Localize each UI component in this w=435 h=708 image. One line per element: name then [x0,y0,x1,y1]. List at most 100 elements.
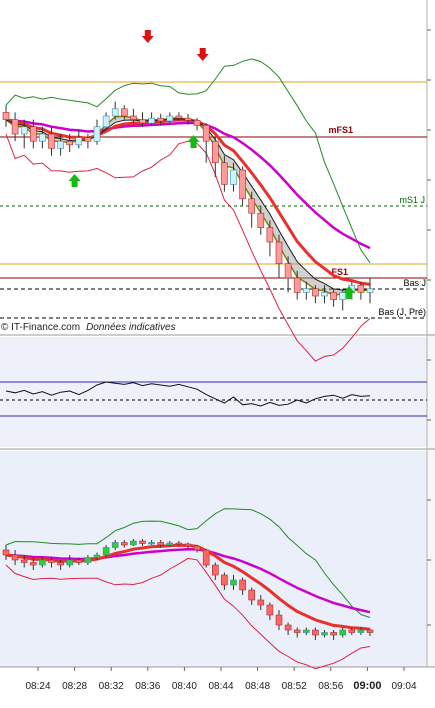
candle-body [111,108,119,117]
candle-body [166,542,174,546]
candle-body [284,624,292,631]
candle-body [139,540,146,544]
candle-body [302,629,310,633]
candle-body [266,604,274,616]
level-label-mS1J: mS1 J [399,195,425,205]
x-tick-label: 08:40 [172,681,197,692]
candle-body [257,599,265,606]
candle-body [20,559,28,563]
candle-body [284,263,292,279]
candle-body [11,554,19,561]
candle-body [166,115,174,122]
x-tick-label: 09:00 [353,680,381,692]
candle-body [29,126,37,142]
candle-body [302,288,310,293]
chart-svg: mFS1 mS1 J FS1 Bas J Bas (J, Pré) © IT-F… [0,0,435,692]
level-label-BasJPre: Bas (J, Pré) [378,307,426,317]
candle-body [321,292,328,297]
candle-body [184,543,192,547]
candle-body [330,292,337,300]
candle-body [275,241,283,264]
candle-body [339,292,347,300]
candle-body [184,117,192,121]
x-tick-label: 08:52 [282,681,307,692]
candle-body [212,140,219,164]
candle-body [111,542,119,548]
candle-body [2,112,10,120]
candle-body [157,542,164,546]
x-tick-label: 08:56 [318,681,343,692]
candle-body [175,115,183,119]
level-label-mFS1: mFS1 [328,125,353,135]
x-tick-label: 09:04 [391,681,416,692]
time-axis-layer: 08:24 08:28 08:32 08:36 08:40 08:44 08:48 08:52… [25,667,417,692]
candle-body [239,169,246,200]
candle-body [84,557,92,563]
candle-body [312,629,319,636]
candle-body [221,162,228,185]
candle-body [48,133,55,149]
candle-body [121,542,128,546]
candle-body [239,579,246,591]
candle-body [2,549,10,556]
candle-body [193,120,201,126]
candle-body [20,126,28,135]
candle-body [130,115,137,120]
candle-body [330,632,337,636]
candle-body [139,119,146,124]
candle-body [202,549,210,566]
candle-body [66,559,73,566]
candle-body [348,629,356,633]
candle-body [148,542,155,545]
candle-body [93,126,101,142]
candle-body [66,140,73,146]
copyright-symbol: © [1,322,11,333]
watermark-gap: Données indicatives [86,322,176,333]
candle-body [11,119,19,135]
candle-body [202,125,210,142]
candle-body [39,559,46,566]
x-tick-label: 08:44 [208,681,233,692]
x-tick-label: 08:32 [99,681,124,692]
candle-body [248,589,255,601]
candle-body [212,564,219,576]
candle-body [230,169,237,185]
watermark: © IT-Finance.com Données indicatives [1,322,176,333]
candle-body [293,629,301,633]
x-tick-label: 08:48 [245,681,270,692]
candle-body [130,540,137,546]
candle-body [121,108,128,117]
candle-body [148,117,155,124]
x-tick-label: 08:36 [135,681,160,692]
candle-body [29,562,37,566]
candle-body [102,115,110,128]
level-label-BasJ: Bas J [403,278,426,288]
candle-body [357,284,365,293]
candle-body [275,614,283,626]
watermark-site: IT-Finance.com [11,322,80,333]
candle-body [366,288,374,293]
candle-body [266,227,274,243]
candle-body [366,629,374,633]
candle-body [221,574,228,586]
candle-body [75,559,83,563]
candle-body [102,547,110,556]
x-tick-label: 08:28 [62,681,87,692]
candle-body [293,277,301,293]
candle-body [48,559,55,563]
candle-body [93,554,101,558]
candle-body [193,545,201,551]
candle-body [75,137,83,146]
candle-body [339,629,347,636]
candle-body [357,629,365,633]
candle-body [84,137,92,142]
x-tick-label: 08:24 [25,681,50,692]
candle-body [312,288,319,297]
candle-body [57,140,64,149]
candle-body [321,632,328,636]
candle-body [57,562,64,566]
candle-body [257,212,265,228]
chart-root: mFS1 mS1 J FS1 Bas J Bas (J, Pré) © IT-F… [0,0,435,703]
candle-body [230,579,237,586]
candle-body [39,133,46,142]
